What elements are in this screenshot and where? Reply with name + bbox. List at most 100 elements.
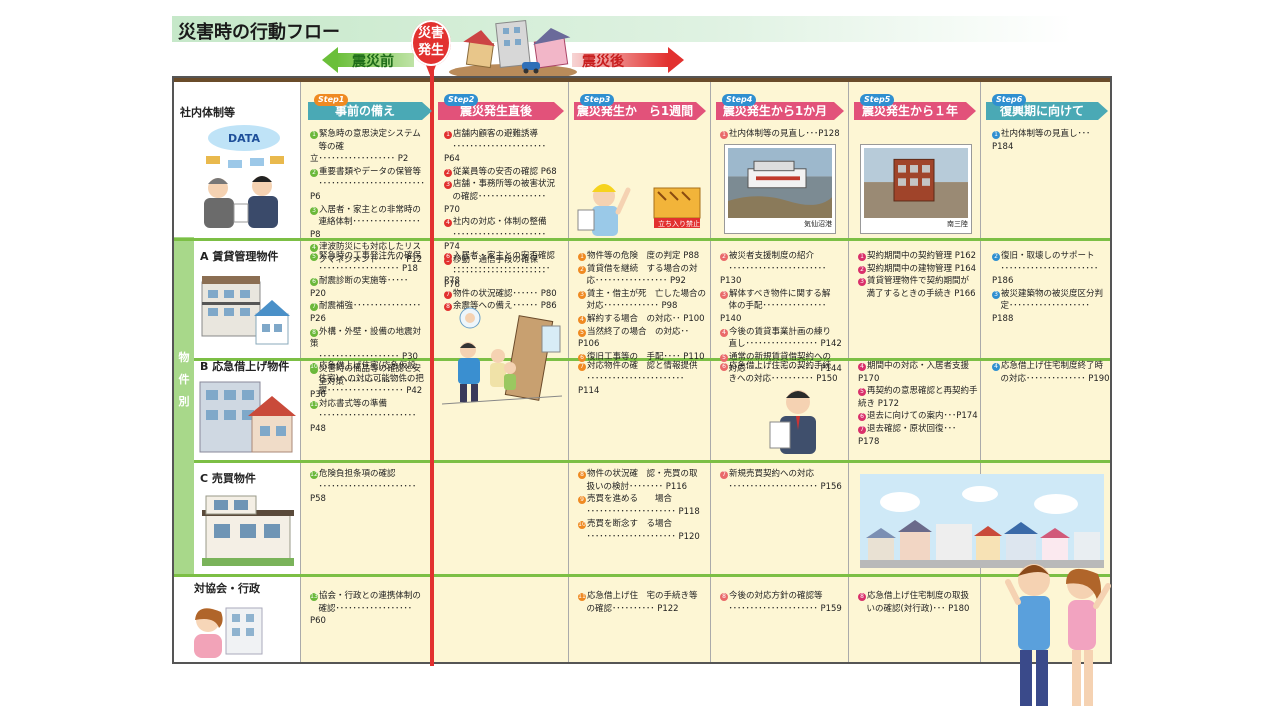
cell-rental-step3: 1 物件等の危険 度の判定 P88 2 賃貸借を継続 する場合の対 応････････… [578, 250, 706, 363]
item-text: 握･･････････････････ P42 [310, 386, 423, 397]
disaster-timeline-line [430, 68, 434, 666]
before-quake-label: 震災前 [352, 54, 394, 70]
cell-line: 1 物件等の危険 度の判定 P88 [578, 250, 706, 263]
item-text: 売買を進める 場合 [587, 494, 673, 505]
cell-line: 確認･･････････････････ P60 [310, 603, 426, 628]
item-text: 今後の対応方針の確認等 [729, 591, 823, 601]
cell-line: 2 賃貸借を継続 する場合の対 [578, 263, 706, 276]
cell-line: 4 社内の対応・体制の整備 [444, 216, 562, 229]
item-number-badge: 11 [578, 593, 586, 601]
cell-line: 12危険負担条項の確認 [310, 468, 426, 481]
cell-line: 4 期間中の対応・入居者支援 P170 [858, 360, 980, 385]
cell-line: の対応･･････････････ P190 [992, 373, 1110, 386]
item-text: 外構・外壁・設備の地震対策 [310, 326, 422, 350]
item-text: 社内体制等の見直し･･･P184 [992, 129, 1091, 152]
item-text: ･･･････････････････････ P78 [444, 263, 551, 287]
cell-line: ･････････････････････････ P6 [310, 178, 426, 203]
cell-line: 7 物件の状況確認･･････ P80 [444, 288, 562, 301]
cell-line: ･･･････････････････ P18 [310, 263, 426, 276]
cell-line: 8 今後の対応方針の確認等 [720, 590, 844, 603]
cell-line: 9 売買を進める 場合 [578, 493, 706, 506]
cell-line: 7 新規売買契約への対応 [720, 468, 844, 481]
item-number-badge: 4 [444, 219, 452, 228]
cell-line: ･･････････････････････ P64 [444, 141, 562, 166]
cell-rental-step6: 2 復旧・取壊しのサポート ･･･････････････････････ P18… [992, 250, 1110, 326]
item-text: ･･････････････････････ P64 [444, 141, 547, 165]
page-title: 災害時の行動フロー [178, 22, 340, 43]
item-text: 再契約の意思確認と再契約手続き P172 [858, 386, 978, 409]
before-quake-arrow: 震災前 [322, 47, 414, 73]
row-title-sales: C 売買物件 [200, 472, 256, 485]
cell-sales-step3: 8 物件の状況確 認・売買の取 扱いの検討････････ P116 9 売買を進める… [578, 468, 706, 544]
item-number-badge: 7 [578, 363, 586, 371]
item-text: 対応物件の確 認と情報提供 [587, 361, 698, 371]
item-text: 体の手配･･･････････････ P140 [720, 301, 827, 324]
cell-line: 1 緊急時の意思決定システム [310, 128, 426, 141]
item-text: 協会・行政との連携体制の [319, 591, 421, 601]
item-number-badge: 7 [310, 303, 318, 312]
item-text: 解体すべき物件に関する解 [729, 288, 831, 299]
cell-line: 3 解体すべき物件に関する解 [720, 288, 844, 301]
item-text: 退去確認・原状回復･･･ P178 [858, 423, 957, 447]
row-title-internal: 社内体制等 [180, 106, 235, 119]
row-title-emergency-lease: B 応急借上げ物件 [200, 360, 290, 373]
item-number-badge: 3 [720, 290, 728, 299]
item-text: 扱いの検討････････ P116 [578, 481, 688, 492]
cell-association-step5: 8 応急借上げ住宅制度の取扱 いの確認(対行政)･･･ P180 [858, 590, 980, 615]
cell-line: ･････････････････････ P159 [720, 603, 844, 616]
cell-line: 10応急借上げ住宅(応急仮設 [310, 360, 426, 373]
item-text: 店舗・事務所等の被害状況 [453, 179, 556, 190]
businessman-with-document-illustration [769, 390, 816, 454]
item-number-badge: 8 [578, 471, 586, 479]
item-number-badge: 4 [720, 328, 728, 337]
cell-line: 7 耐震補強････････････････ P26 [310, 300, 426, 325]
item-text: 対応書式等の準備 [319, 398, 388, 409]
cell-line: ･･･････････････････････ P58 [310, 481, 426, 506]
cell-line: ･･･････････････････････ P48 [310, 410, 426, 435]
item-text: 重要書類やデータの保管等 [319, 166, 422, 177]
item-text: ･･･････････････････････ P58 [310, 481, 417, 505]
item-number-badge: 1 [578, 253, 586, 261]
cell-line: 5 当然終了の場合 の対応･･ P106 [578, 326, 706, 351]
item-text: 連絡体制････････････････ P8 [310, 217, 421, 240]
item-text: 耐震診断の実施等･････ P20 [310, 276, 409, 299]
cell-line: の確認･･････････ P122 [578, 603, 706, 616]
item-number-badge: 2 [444, 168, 452, 177]
item-text: 物件の状況確 認・売買の取 [587, 469, 698, 479]
cell-line: 2 重要書類やデータの保管等 [310, 166, 426, 179]
cell-line: ･･･････････････････････ P114 [578, 373, 706, 398]
worker-and-hazard-sign-illustration: 立ち入り禁止 [577, 184, 701, 236]
cell-line: 6 耐震診断の実施等･････ P20 [310, 275, 426, 300]
item-number-badge: 1 [858, 253, 866, 261]
cell-line: 8 物件の状況確 認・売買の取 [578, 468, 706, 481]
cell-line: 2 従業員等の安否の確認 P68 [444, 166, 562, 179]
cell-line: 3 賃貸管理物件で契約期間が [858, 275, 978, 288]
item-text: ･･･････････････････････ P114 [578, 373, 685, 397]
cell-line: 7 退去確認・原状回復･･･ P178 [858, 423, 980, 448]
item-text: 解約する場合 の対応･･ P100 [587, 313, 705, 324]
item-text: 復旧・取壊しのサポート [1001, 251, 1095, 261]
item-text: 応急借上げ住宅制度の取扱 [867, 591, 970, 601]
cell-lease-step1: 10応急借上げ住宅(応急仮設 住宅)への対応可能物件の把 握･･････････… [310, 360, 426, 436]
item-number-badge: 7 [444, 290, 452, 299]
cell-line: 応･････････････････ P92 [578, 275, 706, 288]
item-text: 緊急時の意思決定システム [319, 129, 421, 139]
item-number-badge: 6 [444, 253, 452, 261]
cell-line: ･････････････････････ P156 [720, 481, 844, 494]
item-text: 満了するときの手続き P166 [858, 288, 976, 299]
item-text: 住宅)への対応可能物件の把 [310, 373, 424, 384]
item-text: ･･･････････････････････ P48 [310, 411, 417, 434]
item-number-badge: 8 [720, 593, 728, 601]
step-header-5: 震災発生から１年 Step5 [854, 94, 976, 120]
item-text: 従業員等の安否の確認 P68 [453, 166, 557, 177]
item-text: 当然終了の場合 の対応･･ P106 [578, 326, 690, 350]
item-text: 退去に向けての案内･･･P174 [867, 411, 978, 422]
item-text: 直し･････････････････ P142 [720, 339, 842, 350]
item-text: 物件の状況確認･･････ P80 [453, 288, 557, 299]
cell-line: 13協会・行政との連携体制の [310, 590, 426, 603]
item-number-badge: 8 [858, 593, 866, 601]
cell-line: 扱いの検討････････ P116 [578, 481, 706, 494]
cell-lease-step6: 4 応急借上げ住宅制度終了時 の対応･･････････････ P190 [992, 360, 1110, 385]
item-text: ･･･････････････････････ P186 [992, 263, 1099, 287]
cell-line: 3 店舗・事務所等の被害状況 [444, 178, 562, 191]
